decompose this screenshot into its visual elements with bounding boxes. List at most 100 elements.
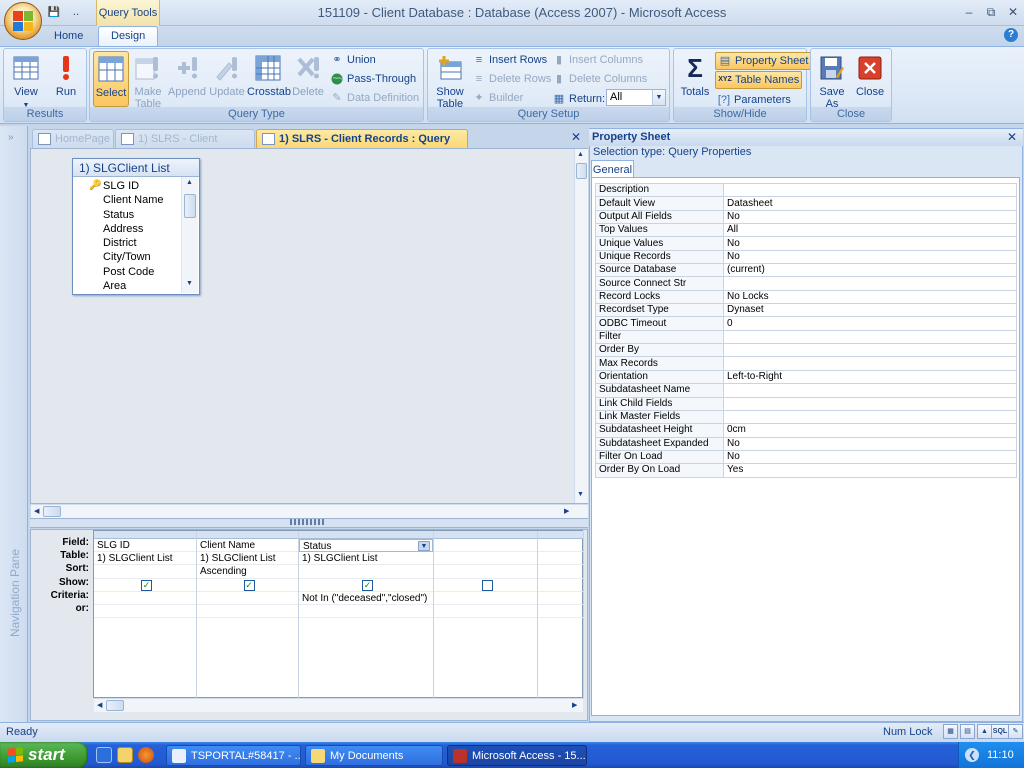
- union-button[interactable]: ⚭ Union: [328, 51, 378, 69]
- delete-query-button[interactable]: Delete: [290, 51, 326, 107]
- grid-column[interactable]: SLG ID 1) SLGClient List ✓: [94, 531, 197, 699]
- grid-cell-table[interactable]: 1) SLGClient List: [197, 552, 298, 566]
- totals-button[interactable]: Σ Totals: [677, 51, 713, 107]
- grid-cell-show[interactable]: ✓: [197, 579, 298, 592]
- minimize-button[interactable]: –: [958, 3, 980, 21]
- taskbar-item-my-documents[interactable]: My Documents: [305, 745, 443, 766]
- scroll-left-icon[interactable]: ◀: [97, 701, 102, 709]
- property-value[interactable]: (current): [723, 263, 1017, 278]
- save-as-button[interactable]: Save As: [814, 51, 850, 110]
- property-row[interactable]: Unique Values No: [595, 236, 1017, 251]
- property-value[interactable]: Datasheet: [723, 196, 1017, 211]
- tab-homepage[interactable]: HomePage: [32, 129, 114, 148]
- office-button[interactable]: [4, 2, 42, 40]
- close-property-sheet-icon[interactable]: ✕: [1007, 130, 1017, 144]
- property-value[interactable]: No: [723, 236, 1017, 251]
- column-selector[interactable]: [538, 531, 583, 539]
- grid-cell-sort[interactable]: [94, 565, 196, 579]
- property-row[interactable]: Subdatasheet Expanded No: [595, 436, 1017, 451]
- property-value[interactable]: [723, 396, 1017, 411]
- grid-cell-sort[interactable]: [538, 565, 583, 579]
- grid-column[interactable]: Client Name 1) SLGClient List Ascending ✓: [197, 531, 299, 699]
- grid-cell-show[interactable]: ✓: [299, 579, 433, 592]
- grid-cell-show[interactable]: [434, 579, 537, 592]
- property-row[interactable]: Filter On Load No: [595, 449, 1017, 465]
- scroll-left-icon[interactable]: ◀: [34, 507, 39, 515]
- append-button[interactable]: Append: [167, 51, 207, 107]
- scroll-up-icon[interactable]: ▲: [186, 179, 193, 186]
- restore-button[interactable]: ⧉: [980, 3, 1002, 21]
- datasheet-view-button[interactable]: ▦: [943, 724, 958, 739]
- field-list-scrollbar[interactable]: ▲ ▼: [181, 177, 198, 293]
- property-row[interactable]: Link Master Fields: [595, 409, 1017, 425]
- delete-columns-button[interactable]: ▮ Delete Columns: [550, 70, 649, 88]
- qat-customize-icon[interactable]: ‥: [66, 3, 86, 21]
- property-row[interactable]: Subdatasheet Height 0cm: [595, 423, 1017, 438]
- grid-cell-criteria[interactable]: [434, 592, 537, 605]
- grid-cell-or[interactable]: [434, 605, 537, 619]
- scrollbar-thumb[interactable]: [106, 700, 124, 711]
- scroll-up-icon[interactable]: ▲: [577, 151, 584, 158]
- column-selector[interactable]: [299, 531, 433, 539]
- property-value[interactable]: Left-to-Right: [723, 369, 1017, 385]
- property-value[interactable]: No Locks: [723, 289, 1017, 305]
- chevron-down-icon[interactable]: ▼: [418, 541, 430, 551]
- close-query-button[interactable]: Close: [852, 51, 888, 107]
- grid-cell-table[interactable]: 1) SLGClient List: [299, 552, 433, 566]
- column-selector[interactable]: [197, 531, 298, 539]
- tab-client-records[interactable]: 1) SLRS - Client Records: [115, 129, 255, 164]
- grid-cell-sort[interactable]: Ascending: [197, 565, 298, 579]
- property-row[interactable]: Filter: [595, 329, 1017, 345]
- ie-icon[interactable]: [96, 747, 112, 763]
- insert-columns-button[interactable]: ▮ Insert Columns: [550, 51, 645, 69]
- show-checkbox[interactable]: ✓: [243, 579, 255, 591]
- run-button[interactable]: Run: [47, 51, 85, 107]
- property-row[interactable]: Top Values All: [595, 223, 1017, 238]
- grid-cell-show[interactable]: ✓: [94, 579, 196, 592]
- show-checkbox[interactable]: ✓: [362, 579, 373, 591]
- property-row[interactable]: Default View Datasheet: [595, 196, 1017, 211]
- grid-cell-or[interactable]: [94, 605, 196, 619]
- property-row[interactable]: Recordset Type Dynaset: [595, 303, 1017, 318]
- property-value[interactable]: No: [723, 449, 1017, 465]
- delete-rows-button[interactable]: ≡ Delete Rows: [470, 70, 553, 88]
- pivottable-view-button[interactable]: ▤: [960, 724, 975, 739]
- expand-nav-icon[interactable]: »: [8, 132, 14, 143]
- splitter-grip-icon[interactable]: [290, 519, 324, 525]
- grid-column[interactable]: [434, 531, 538, 699]
- table-field-list-title[interactable]: 1) SLGClient List: [73, 159, 199, 177]
- property-row[interactable]: Max Records: [595, 356, 1017, 371]
- property-row[interactable]: Order By: [595, 343, 1017, 358]
- grid-cell-sort[interactable]: [434, 565, 537, 579]
- property-value[interactable]: 0: [723, 316, 1017, 331]
- firefox-icon[interactable]: [138, 747, 154, 763]
- tab-home[interactable]: Home: [42, 27, 95, 46]
- property-value[interactable]: No: [723, 249, 1017, 265]
- property-row[interactable]: Orientation Left-to-Right: [595, 369, 1017, 385]
- scrollbar-thumb[interactable]: [43, 506, 61, 517]
- grid-cell-or[interactable]: [197, 605, 298, 619]
- taskbar-item-microsoft-access[interactable]: Microsoft Access - 15...: [447, 745, 587, 766]
- property-value[interactable]: [723, 409, 1017, 425]
- tab-general[interactable]: General: [591, 160, 634, 178]
- pass-through-button[interactable]: Pass-Through: [328, 70, 418, 88]
- close-window-button[interactable]: ✕: [1002, 3, 1024, 21]
- show-checkbox[interactable]: ✓: [141, 579, 152, 591]
- grid-cell-field[interactable]: SLG ID: [94, 539, 196, 553]
- grid-cell-or[interactable]: [538, 605, 583, 619]
- pivotchart-view-button[interactable]: ▲: [977, 724, 992, 739]
- property-value[interactable]: All: [723, 223, 1017, 238]
- property-row[interactable]: Unique Records No: [595, 249, 1017, 265]
- property-value[interactable]: [723, 383, 1017, 398]
- design-pane-horizontal-scrollbar[interactable]: ◀ ▶: [31, 504, 588, 518]
- outlook-icon[interactable]: [117, 747, 133, 763]
- navigation-pane[interactable]: » Navigation Pane: [0, 126, 28, 722]
- save-icon[interactable]: 💾: [44, 3, 64, 21]
- property-row[interactable]: Description: [595, 182, 1017, 198]
- scrollbar-thumb[interactable]: [576, 163, 587, 179]
- property-row[interactable]: Order By On Load Yes: [595, 463, 1017, 478]
- design-pane-vertical-scrollbar[interactable]: ▲ ▼: [574, 149, 588, 503]
- grid-column[interactable]: [538, 531, 584, 699]
- property-row[interactable]: Source Connect Str: [595, 276, 1017, 291]
- property-row[interactable]: Record Locks No Locks: [595, 289, 1017, 305]
